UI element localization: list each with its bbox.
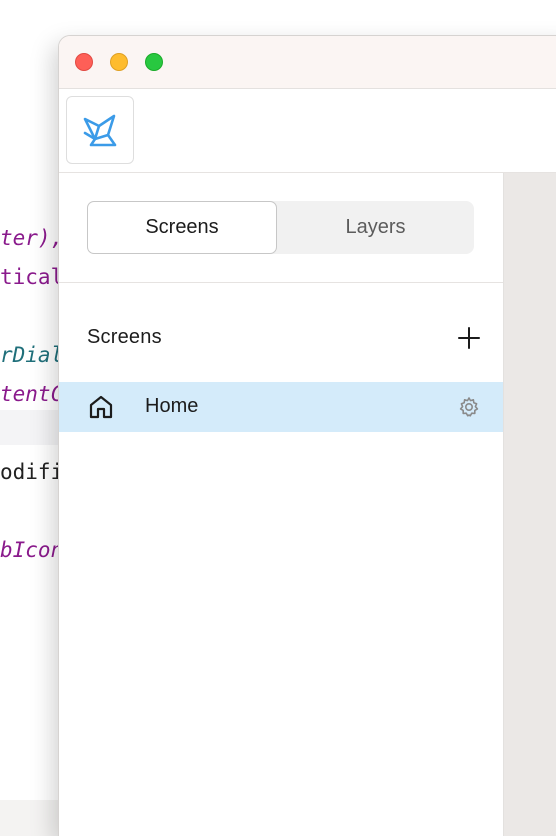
- code-token: odifi: [0, 460, 64, 484]
- plus-icon[interactable]: [457, 326, 481, 350]
- canvas-area[interactable]: [504, 173, 556, 836]
- view-switcher: Screens Layers: [87, 201, 474, 254]
- app-logo-button[interactable]: [66, 96, 134, 164]
- code-token: rDial: [0, 343, 64, 367]
- screen-list-item[interactable]: Home: [59, 382, 503, 432]
- zoom-window-button[interactable]: [145, 53, 163, 71]
- divider: [59, 282, 503, 283]
- title-bar: [59, 36, 556, 89]
- screen-name-label: Home: [145, 395, 199, 417]
- code-token: bIcon: [0, 538, 64, 562]
- sidebar: Screens Layers Screens Home: [59, 173, 504, 836]
- code-token: tical: [0, 265, 64, 289]
- code-line: ter),: [0, 226, 63, 250]
- code-line: odifi: [0, 460, 63, 484]
- code-line: tical: [0, 265, 63, 289]
- close-window-button[interactable]: [75, 53, 93, 71]
- app-logo-icon: [83, 114, 117, 147]
- minimize-window-button[interactable]: [110, 53, 128, 71]
- toolbar: [59, 89, 556, 173]
- section-title: Screens: [87, 326, 162, 348]
- code-token: tentC: [0, 382, 64, 406]
- code-line: tentC: [0, 382, 63, 406]
- app-window: Screens Layers Screens Home: [59, 36, 556, 836]
- home-icon: [89, 395, 113, 419]
- code-line: bIcon: [0, 538, 63, 562]
- tab-layers[interactable]: Layers: [277, 201, 474, 254]
- tab-screens[interactable]: Screens: [87, 201, 277, 254]
- code-token: ter),: [0, 226, 64, 250]
- code-line: rDial: [0, 343, 63, 367]
- gear-icon[interactable]: [458, 396, 480, 418]
